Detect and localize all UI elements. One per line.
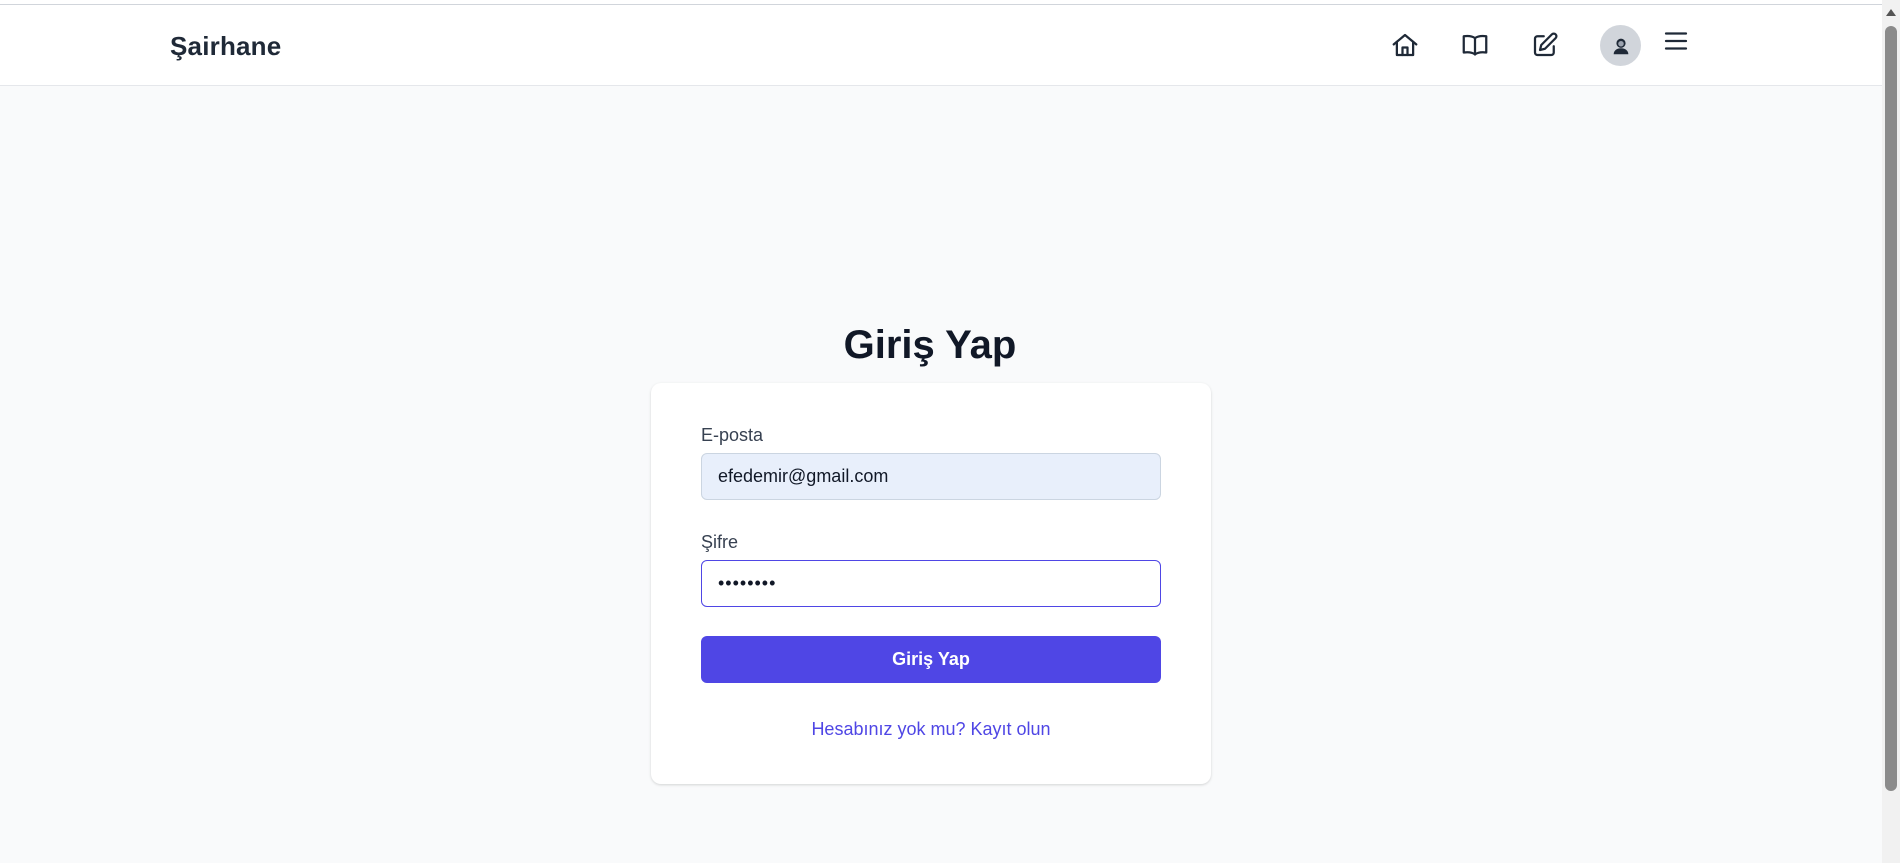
site-header: Şairhane (0, 5, 1882, 86)
register-link[interactable]: Hesabınız yok mu? Kayıt olun (651, 719, 1211, 740)
avatar[interactable] (1600, 25, 1641, 66)
home-icon[interactable] (1387, 27, 1423, 63)
book-icon[interactable] (1457, 27, 1493, 63)
user-icon (1613, 38, 1628, 54)
email-field[interactable] (701, 453, 1161, 500)
brand-logo[interactable]: Şairhane (170, 31, 281, 62)
login-card: E-posta Şifre Giriş Yap Hesabınız yok mu… (651, 383, 1211, 784)
scrollbar[interactable] (1882, 0, 1900, 863)
login-button[interactable]: Giriş Yap (701, 636, 1161, 683)
menu-icon[interactable] (1658, 23, 1694, 59)
scrollbar-thumb[interactable] (1885, 26, 1897, 791)
edit-icon[interactable] (1527, 27, 1563, 63)
page-title: Giriş Yap (843, 322, 1017, 367)
password-field[interactable] (701, 560, 1161, 607)
scroll-up-arrow-icon[interactable] (1886, 9, 1896, 16)
password-label: Şifre (701, 532, 739, 552)
page: Şairhane Giriş Yap E-posta efedemir@gmai… (0, 0, 1900, 863)
email-label: E-posta (701, 425, 764, 445)
